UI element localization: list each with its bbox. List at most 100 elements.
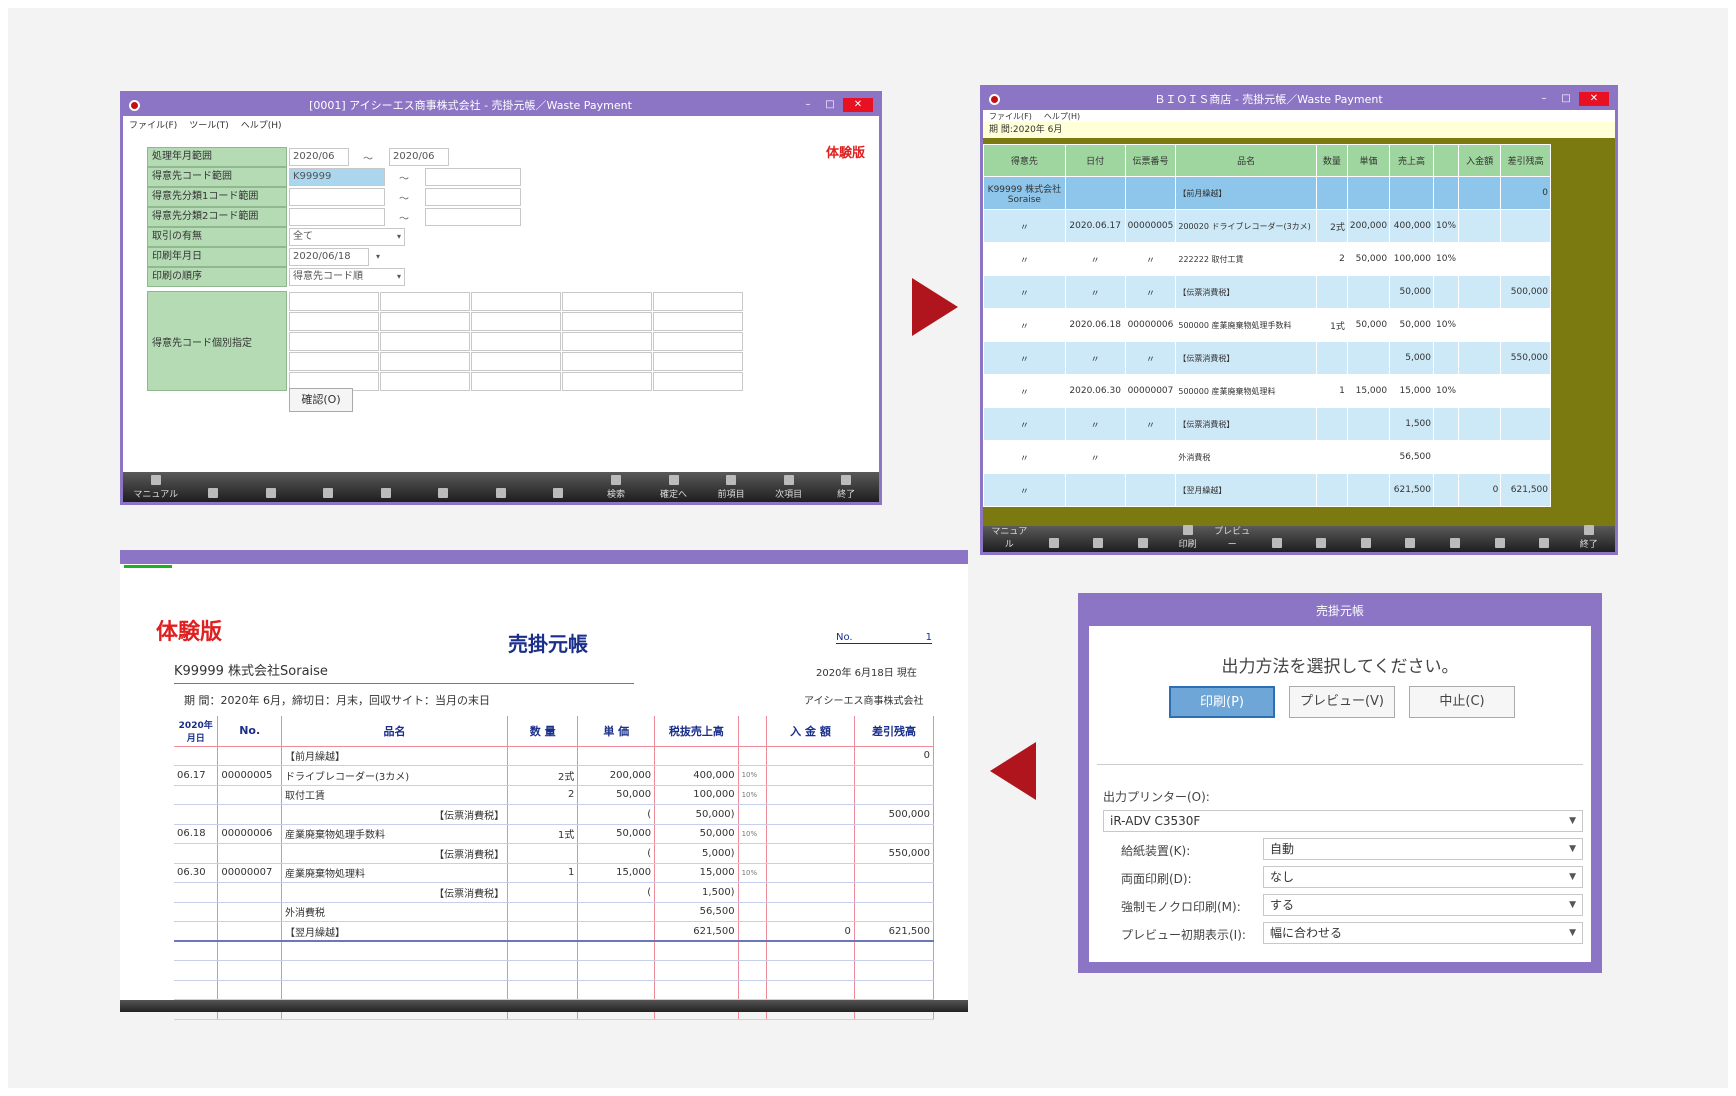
ledger-cell: 00000007 <box>1124 374 1177 408</box>
ledger-row[interactable]: K99999 株式会社Soraise 【前月繰越】 0 <box>983 176 1551 210</box>
code-cell[interactable] <box>289 331 379 351</box>
code-cell[interactable] <box>562 311 652 331</box>
confirm-button[interactable]: 確認(O) <box>289 388 353 412</box>
menu-file[interactable]: ファイル(F) <box>989 111 1032 122</box>
monochrome-select[interactable]: する ▼ <box>1263 894 1583 916</box>
fkey-exit[interactable]: 終了 <box>1567 524 1612 550</box>
code-cell[interactable] <box>289 351 379 371</box>
period-from-input[interactable]: 2020/06 <box>289 148 349 166</box>
code-cell[interactable] <box>471 371 561 391</box>
fkey-manual[interactable]: マニュアル <box>127 474 185 500</box>
code-cell[interactable] <box>653 311 743 331</box>
paper-source-select[interactable]: 自動 ▼ <box>1263 838 1583 860</box>
fkey-10[interactable] <box>1388 524 1433 550</box>
ledger-cell: 10% <box>1432 209 1460 243</box>
fkey-preview[interactable]: プレビュー <box>1210 524 1255 550</box>
class1-from-input[interactable] <box>289 188 385 206</box>
ledger-row[interactable]: 〃 2020.06.18 00000006 500000 産業廃棄物処理手数料 1式 50… <box>983 308 1551 342</box>
class2-from-input[interactable] <box>289 208 385 226</box>
code-cell[interactable] <box>471 311 561 331</box>
code-cell[interactable] <box>380 331 470 351</box>
code-cell[interactable] <box>562 371 652 391</box>
print-button[interactable]: 印刷(P) <box>1169 686 1275 718</box>
minimize-icon[interactable]: – <box>799 98 817 112</box>
duplex-select[interactable]: なし ▼ <box>1263 866 1583 888</box>
fkey-8[interactable] <box>530 474 588 500</box>
code-cell[interactable] <box>653 291 743 311</box>
print-order-select[interactable]: 得意先コード順 ▾ <box>289 268 405 286</box>
minimize-icon[interactable]: – <box>1535 92 1553 106</box>
menu-help[interactable]: ヘルプ(H) <box>1044 111 1080 122</box>
ledger-row[interactable]: 〃〃〃【伝票消費税】 50,000 500,000 <box>983 275 1551 309</box>
fkey-9[interactable] <box>1344 524 1389 550</box>
fkey-prev[interactable]: 前項目 <box>702 474 760 500</box>
code-cell[interactable] <box>653 331 743 351</box>
preview-cell: 56,500 <box>654 902 739 922</box>
ledger-row[interactable]: 〃 2020.06.17 00000005 200020 ドライブレコーダー(3カメ)… <box>983 209 1551 243</box>
code-cell[interactable] <box>289 311 379 331</box>
preview-button[interactable]: プレビュー(V) <box>1289 686 1395 718</box>
calendar-dropdown-icon[interactable]: ▾ <box>376 249 380 265</box>
code-cell[interactable] <box>653 351 743 371</box>
ledger-cell <box>1458 374 1502 408</box>
fkey-3[interactable] <box>1076 524 1121 550</box>
code-cell[interactable] <box>380 351 470 371</box>
fkey-13[interactable] <box>1522 524 1567 550</box>
maximize-icon[interactable]: □ <box>1557 92 1575 106</box>
fkey-search[interactable]: 検索 <box>587 474 645 500</box>
fkey-3[interactable] <box>242 474 300 500</box>
fkey-6[interactable] <box>415 474 473 500</box>
customer-code-to-input[interactable] <box>425 168 521 186</box>
fkey-11[interactable] <box>1433 524 1478 550</box>
ledger-row[interactable]: 〃〃〃【伝票消費税】 5,000 550,000 <box>983 341 1551 375</box>
fkey-4[interactable] <box>300 474 358 500</box>
ledger-row[interactable]: 〃【翌月繰越】 621,500 0 621,500 <box>983 473 1551 507</box>
code-cell[interactable] <box>380 291 470 311</box>
code-cell[interactable] <box>289 291 379 311</box>
close-icon[interactable]: ✕ <box>843 98 873 112</box>
code-cell[interactable] <box>562 291 652 311</box>
class2-to-input[interactable] <box>425 208 521 226</box>
fkey-manual[interactable]: マニュアル <box>987 524 1032 550</box>
fkey-confirm[interactable]: 確定へ <box>645 474 703 500</box>
code-cell[interactable] <box>471 351 561 371</box>
preview-cell: 2 <box>507 785 579 805</box>
ledger-row[interactable]: 〃〃 外消費税 56,500 <box>983 440 1551 474</box>
fkey-8[interactable] <box>1299 524 1344 550</box>
menu-help[interactable]: ヘルプ(H) <box>241 118 282 131</box>
code-cell[interactable] <box>380 371 470 391</box>
customer-code-from-input[interactable]: K99999 <box>289 168 385 186</box>
fkey-exit[interactable]: 終了 <box>817 474 875 500</box>
code-cell[interactable] <box>562 351 652 371</box>
print-date-input[interactable]: 2020/06/18 ▾ <box>289 248 380 266</box>
ledger-row[interactable]: 〃〃〃【伝票消費税】 1,500 <box>983 407 1551 441</box>
ledger-row[interactable]: 〃〃〃 222222 取付工賃 2 50,000 100,000 10% <box>983 242 1551 276</box>
fkey-print[interactable]: 印刷 <box>1165 524 1210 550</box>
ledger-cell: 〃 <box>983 341 1066 375</box>
preview-cell <box>738 921 768 942</box>
code-cell[interactable] <box>653 371 743 391</box>
period-to-input[interactable]: 2020/06 <box>389 148 449 166</box>
preview-display-select[interactable]: 幅に合わせる ▼ <box>1263 922 1583 944</box>
fkey-4[interactable] <box>1121 524 1166 550</box>
maximize-icon[interactable]: □ <box>821 98 839 112</box>
fkey-2[interactable] <box>185 474 243 500</box>
class1-to-input[interactable] <box>425 188 521 206</box>
ledger-row[interactable]: 〃 2020.06.30 00000007 500000 産業廃棄物処理料 1 15,00… <box>983 374 1551 408</box>
code-cell[interactable] <box>471 291 561 311</box>
code-cell[interactable] <box>562 331 652 351</box>
transaction-select[interactable]: 全て ▾ <box>289 228 405 246</box>
printer-select[interactable]: iR-ADV C3530F ▼ <box>1103 810 1583 832</box>
menu-file[interactable]: ファイル(F) <box>129 118 177 131</box>
fkey-7[interactable] <box>1254 524 1299 550</box>
cancel-button[interactable]: 中止(C) <box>1409 686 1515 718</box>
fkey-next[interactable]: 次項目 <box>760 474 818 500</box>
fkey-5[interactable] <box>357 474 415 500</box>
code-cell[interactable] <box>380 311 470 331</box>
fkey-2[interactable] <box>1032 524 1077 550</box>
fkey-7[interactable] <box>472 474 530 500</box>
close-icon[interactable]: ✕ <box>1579 92 1609 106</box>
menu-tools[interactable]: ツール(T) <box>189 118 229 131</box>
code-cell[interactable] <box>471 331 561 351</box>
fkey-12[interactable] <box>1477 524 1522 550</box>
